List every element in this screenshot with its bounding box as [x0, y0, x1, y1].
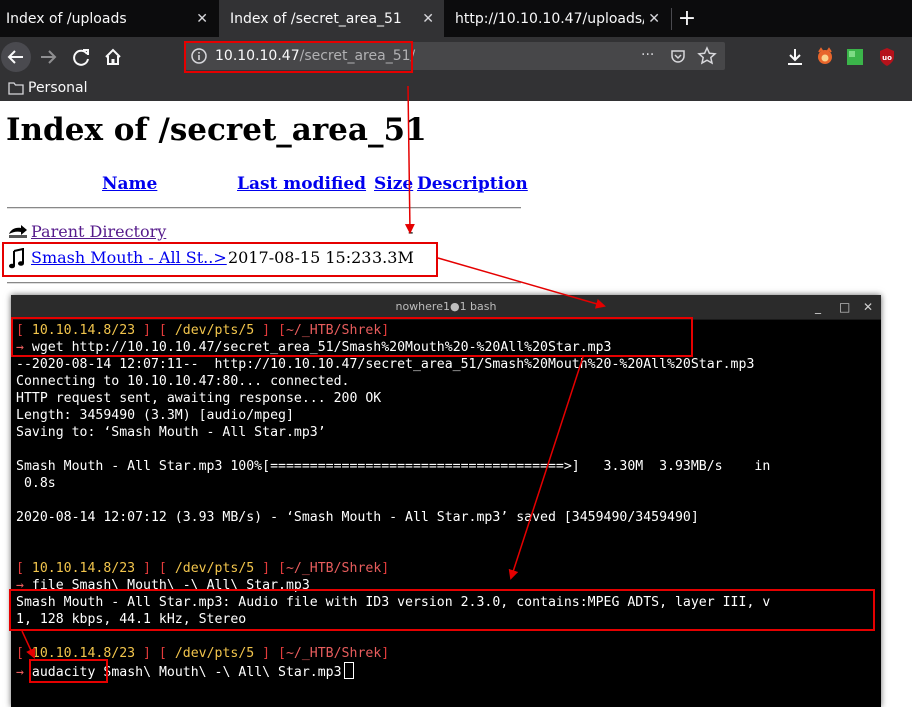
new-tab-button[interactable]: + — [676, 0, 698, 37]
terminal-line: --2020-08-14 12:07:11-- http://10.10.10.… — [16, 357, 755, 372]
command-args: Smash\ Mouth\ -\ All\ Star.mp3 — [95, 665, 342, 680]
ublock-icon: uo — [880, 48, 894, 66]
green-extension-button[interactable] — [840, 42, 870, 72]
tab-bar: Index of /uploads ✕ Index of /secret_are… — [0, 0, 912, 37]
home-icon — [105, 48, 121, 65]
terminal-cursor — [343, 662, 354, 679]
terminal-line: Saving to: ‘Smash Mouth - All Star.mp3’ — [16, 425, 326, 440]
svg-text:uo: uo — [882, 54, 892, 62]
forward-icon — [41, 50, 57, 64]
sort-by-last-modified-link[interactable]: Last modified — [237, 174, 366, 194]
back-button[interactable] — [1, 42, 31, 72]
home-button[interactable] — [98, 42, 128, 72]
close-tab-icon[interactable]: ✕ — [422, 0, 434, 37]
back-icon — [7, 50, 23, 64]
terminal-line: Length: 3459490 (3.3M) [audio/mpeg] — [16, 408, 294, 423]
terminal-line: Smash Mouth - All Star.mp3 100%[========… — [16, 459, 771, 474]
green-extension-icon — [847, 49, 863, 65]
table-divider — [7, 207, 521, 209]
bookmark-star-icon[interactable] — [697, 46, 717, 66]
annotation-audacity-box — [29, 659, 108, 683]
terminal-title: nowhere1●1 bash — [395, 300, 497, 313]
downloads-button[interactable] — [780, 42, 810, 72]
parent-directory-icon — [9, 225, 27, 238]
annotation-file-output-box — [9, 589, 875, 631]
tab-separator — [671, 8, 672, 30]
maximize-button[interactable]: □ — [839, 295, 850, 319]
forward-button[interactable] — [33, 42, 63, 72]
terminal-line: 2020-08-14 12:07:12 (3.93 MB/s) - ‘Smash… — [16, 510, 699, 525]
parent-directory-size: - — [408, 222, 414, 241]
close-tab-icon[interactable]: ✕ — [196, 0, 208, 37]
bookmarks-toolbar — [0, 77, 912, 101]
sort-by-size-link[interactable]: Size — [374, 174, 413, 194]
pocket-icon[interactable] — [668, 46, 688, 66]
bookmark-folder-personal[interactable]: Personal — [28, 80, 88, 96]
close-window-button[interactable]: ✕ — [863, 295, 873, 319]
folder-icon — [8, 82, 24, 95]
prompt-arrow: → — [16, 665, 24, 680]
annotation-url-box — [184, 41, 413, 73]
page-title: Index of /secret_area_51 — [6, 112, 427, 148]
close-tab-icon[interactable]: ✕ — [648, 0, 660, 37]
table-divider — [7, 282, 521, 284]
terminal-line: 0.8s — [16, 476, 56, 491]
terminal-line: Connecting to 10.10.10.47:80... connecte… — [16, 374, 350, 389]
reload-button[interactable] — [66, 42, 96, 72]
minimize-button[interactable]: _ — [815, 295, 821, 319]
tab-secret-area[interactable]: Index of /secret_area_51 ✕ — [219, 0, 444, 37]
fox-extension-button[interactable] — [810, 42, 840, 72]
fox-extension-icon — [818, 47, 832, 64]
tab-uploads[interactable]: Index of /uploads ✕ — [0, 0, 218, 37]
annotation-file-row-box — [2, 242, 438, 277]
sort-by-name-link[interactable]: Name — [102, 174, 157, 194]
page-actions-icon[interactable]: ··· — [641, 46, 654, 64]
sort-by-description-link[interactable]: Description — [417, 174, 528, 194]
download-icon — [788, 49, 802, 65]
tab-title: http://10.10.10.47/uploads/s — [455, 11, 644, 27]
tab-mp3-url[interactable]: http://10.10.10.47/uploads/s ✕ — [445, 0, 670, 37]
parent-directory-link[interactable]: Parent Directory — [31, 222, 166, 242]
tab-title: Index of /uploads — [6, 11, 127, 27]
annotation-wget-box — [11, 317, 693, 357]
terminal-line: HTTP request sent, awaiting response... … — [16, 391, 382, 406]
tab-title: Index of /secret_area_51 — [230, 11, 402, 27]
terminal-prompt: [ 10.10.14.8/23 ] [ /dev/pts/5 ] [~/_HTB… — [16, 561, 390, 576]
ublock-button[interactable]: uo — [872, 42, 902, 72]
reload-icon — [73, 49, 89, 66]
